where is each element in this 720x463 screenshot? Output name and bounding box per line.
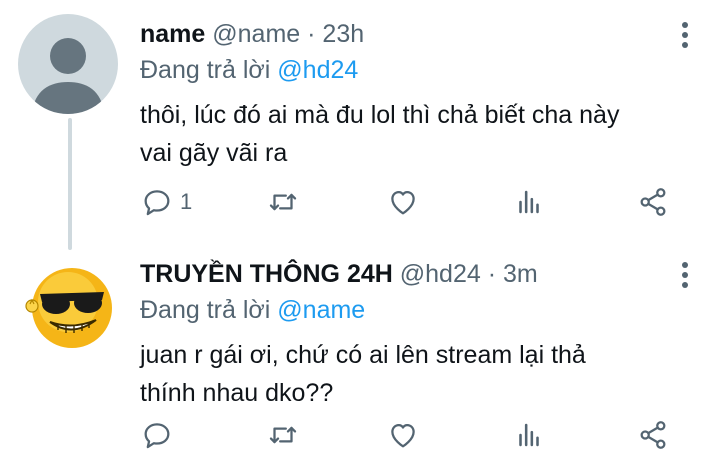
- tweet[interactable]: TRUYỀN THÔNG 24H @hd24 · 3m Đang trả lời…: [0, 240, 720, 463]
- timestamp[interactable]: 23h: [322, 20, 364, 48]
- reply-icon: [144, 190, 170, 216]
- display-name[interactable]: TRUYỀN THÔNG 24H: [140, 260, 393, 288]
- tweet-text-line: thính nhau dko??: [140, 379, 334, 407]
- replying-prefix: Đang trả lời: [140, 56, 271, 84]
- retweet-button[interactable]: [266, 415, 300, 455]
- tweet-header: TRUYỀN THÔNG 24H @hd24 · 3m: [140, 258, 538, 290]
- tweet-text-line: thôi, lúc đó ai mà đu lol thì chả biết c…: [140, 101, 620, 129]
- sunglasses-emoji-icon: [18, 254, 118, 354]
- views-icon: [519, 423, 539, 447]
- avatar[interactable]: [18, 254, 118, 354]
- share-icon: [640, 421, 666, 449]
- retweet-icon: [269, 426, 297, 444]
- tweet-text-line: vai gãy vãi ra: [140, 139, 288, 167]
- mention-link[interactable]: @name: [277, 296, 365, 324]
- display-name[interactable]: name: [140, 20, 205, 48]
- user-handle[interactable]: @hd24: [400, 260, 481, 288]
- separator-dot: ·: [307, 20, 316, 48]
- default-profile-icon: [18, 14, 118, 114]
- reply-button[interactable]: [140, 415, 174, 455]
- user-handle[interactable]: @name: [212, 20, 300, 48]
- like-button[interactable]: [386, 415, 420, 455]
- share-button[interactable]: [636, 415, 670, 455]
- retweet-icon: [269, 193, 297, 211]
- action-bar: 1: [140, 182, 700, 222]
- more-options-icon[interactable]: [678, 22, 692, 50]
- retweet-button[interactable]: [266, 182, 300, 222]
- reply-button[interactable]: 1: [140, 182, 192, 222]
- tweet[interactable]: name @name · 23h Đang trả lời @hd24 thôi…: [0, 0, 720, 240]
- tweet-text: thôi, lúc đó ai mà đu lol thì chả biết c…: [140, 96, 700, 172]
- like-icon: [391, 190, 415, 215]
- views-icon: [519, 190, 539, 214]
- mention-link[interactable]: @hd24: [277, 56, 358, 84]
- more-options-icon[interactable]: [678, 262, 692, 290]
- share-icon: [640, 188, 666, 216]
- replying-prefix: Đang trả lời: [140, 296, 271, 324]
- action-bar: [140, 415, 700, 455]
- replying-to: Đang trả lời @name: [140, 294, 365, 326]
- share-button[interactable]: [636, 182, 670, 222]
- tweet-text-line: juan r gái ơi, chứ có ai lên stream lại …: [140, 341, 586, 369]
- reply-count: 1: [180, 189, 193, 214]
- views-button[interactable]: [512, 415, 546, 455]
- like-button[interactable]: [386, 182, 420, 222]
- replying-to: Đang trả lời @hd24: [140, 54, 358, 86]
- reply-icon: [144, 423, 170, 449]
- like-icon: [391, 423, 415, 448]
- avatar[interactable]: [18, 14, 118, 114]
- timestamp[interactable]: 3m: [503, 260, 538, 288]
- tweet-header: name @name · 23h: [140, 18, 364, 50]
- separator-dot: ·: [487, 260, 497, 288]
- tweet-text: juan r gái ơi, chứ có ai lên stream lại …: [140, 336, 700, 412]
- views-button[interactable]: [512, 182, 546, 222]
